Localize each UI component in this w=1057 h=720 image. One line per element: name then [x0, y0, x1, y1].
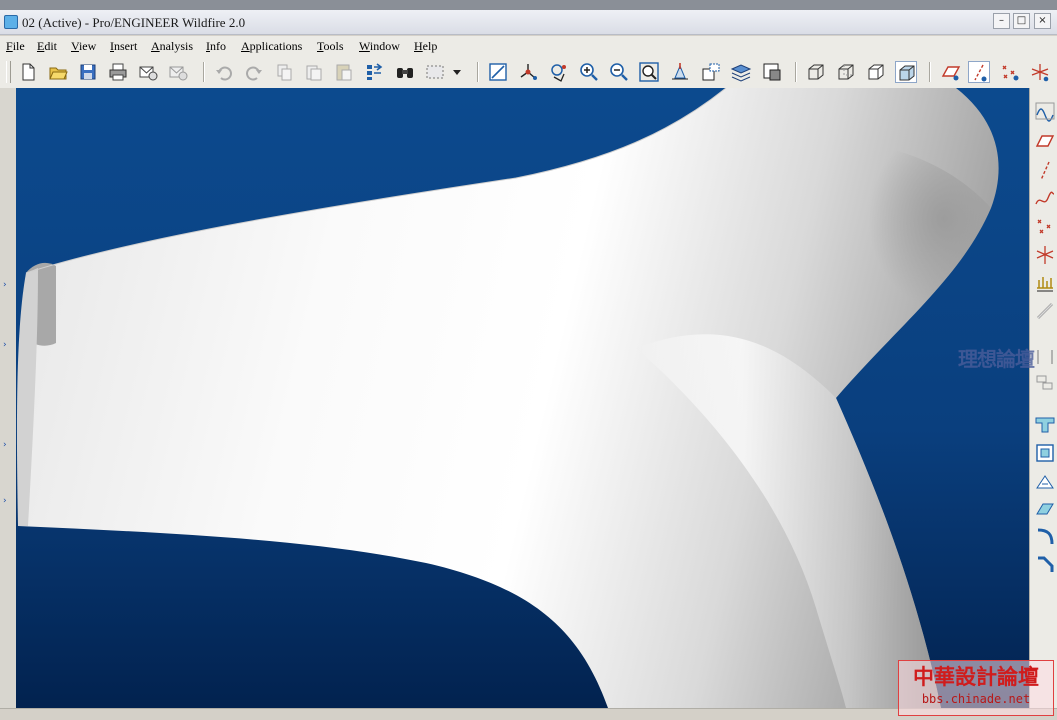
rib-tool-icon[interactable]	[1034, 470, 1056, 492]
left-panel-strip[interactable]: › › › ›	[0, 88, 17, 708]
find-icon[interactable]	[394, 61, 416, 83]
offset-tool-icon[interactable]	[1034, 372, 1056, 394]
draft-tool-icon[interactable]	[1034, 498, 1056, 520]
wireframe-icon[interactable]	[805, 61, 827, 83]
model-display-icon[interactable]	[761, 61, 783, 83]
datum-planes-icon[interactable]	[940, 61, 962, 83]
expand-arrow-icon[interactable]: ›	[3, 280, 7, 290]
menu-view[interactable]: View	[71, 39, 96, 54]
shading-icon[interactable]	[895, 61, 917, 83]
menu-file[interactable]: File	[6, 39, 25, 54]
menu-insert[interactable]: Insert	[110, 39, 137, 54]
saved-views-icon[interactable]	[700, 61, 722, 83]
menu-applications[interactable]: Applications	[241, 39, 302, 54]
forum-watermark: 中華設計論壇 bbs.chinade.net	[898, 660, 1054, 716]
copy-icon[interactable]	[303, 61, 325, 83]
menu-analysis[interactable]: Analysis	[151, 39, 193, 54]
undo-icon[interactable]	[213, 61, 235, 83]
orient-mode-icon[interactable]	[548, 61, 570, 83]
reorient-icon[interactable]	[669, 61, 691, 83]
datum-curve-tool-icon[interactable]	[1034, 188, 1056, 210]
sketched-datum-curve-icon[interactable]	[1034, 300, 1056, 322]
shell-tool-icon[interactable]	[1034, 442, 1056, 464]
open-icon[interactable]	[47, 61, 69, 83]
datum-plane-tool-icon[interactable]	[1034, 130, 1056, 152]
close-button[interactable]: ×	[1034, 13, 1051, 29]
new-icon[interactable]	[17, 61, 39, 83]
logo-watermark: 理想論壇	[958, 347, 1035, 371]
datum-points-icon[interactable]	[999, 61, 1021, 83]
styles-tool-icon[interactable]	[1034, 346, 1056, 368]
toolbar-separator	[203, 62, 205, 82]
desktop-strip	[0, 0, 1057, 10]
toolbar-grip[interactable]	[6, 61, 11, 83]
redo-icon[interactable]	[243, 61, 265, 83]
zoom-out-icon[interactable]	[608, 61, 630, 83]
menu-info[interactable]: Info	[206, 39, 226, 54]
save-icon[interactable]	[77, 61, 99, 83]
sketch-tool-icon[interactable]	[1034, 100, 1056, 122]
datum-axis-tool-icon[interactable]	[1034, 160, 1056, 182]
zoom-in-icon[interactable]	[578, 61, 600, 83]
paste-icon[interactable]	[333, 61, 355, 83]
forum-name: 中華設計論壇	[913, 665, 1039, 689]
model-view[interactable]	[16, 88, 1029, 708]
cut-icon[interactable]	[273, 61, 295, 83]
dropdown-arrow-icon[interactable]	[450, 61, 464, 83]
repaint-icon[interactable]	[487, 61, 509, 83]
spin-center-icon[interactable]	[517, 61, 539, 83]
hidden-line-icon[interactable]	[835, 61, 857, 83]
forum-url: bbs.chinade.net	[921, 692, 1031, 706]
toolbar-separator	[795, 62, 797, 82]
coordinate-system-tool-icon[interactable]	[1034, 244, 1056, 266]
no-hidden-icon[interactable]	[865, 61, 887, 83]
datum-axes-icon[interactable]	[968, 61, 990, 83]
datum-point-tool-icon[interactable]	[1034, 216, 1056, 238]
email-icon[interactable]	[137, 61, 159, 83]
round-tool-icon[interactable]	[1034, 526, 1056, 548]
minimize-button[interactable]: –	[993, 13, 1010, 29]
expand-arrow-icon[interactable]: ›	[3, 440, 7, 450]
chamfer-tool-icon[interactable]	[1034, 554, 1056, 576]
coordinate-systems-icon[interactable]	[1029, 61, 1051, 83]
maximize-button[interactable]: □	[1013, 13, 1030, 29]
app-icon	[4, 15, 18, 29]
analysis-tool-icon[interactable]	[1034, 272, 1056, 294]
graphics-window[interactable]	[16, 88, 1029, 708]
toolbar-separator	[477, 62, 479, 82]
menu-help[interactable]: Help	[414, 39, 437, 54]
menu-bar: File Edit View Insert Analysis Info Appl…	[0, 36, 1057, 56]
refit-icon[interactable]	[638, 61, 660, 83]
toolbar-separator	[929, 62, 931, 82]
window-title: 02 (Active) - Pro/ENGINEER Wildfire 2.0	[22, 15, 246, 30]
menu-edit[interactable]: Edit	[37, 39, 57, 54]
select-box-icon[interactable]	[424, 61, 446, 83]
regenerate-icon[interactable]	[363, 61, 385, 83]
hole-tool-icon[interactable]	[1034, 414, 1056, 436]
expand-arrow-icon[interactable]: ›	[3, 496, 7, 506]
menu-tools[interactable]: Tools	[317, 39, 344, 54]
menu-window[interactable]: Window	[359, 39, 400, 54]
print-icon[interactable]	[107, 61, 129, 83]
layers-icon[interactable]	[730, 61, 752, 83]
email-link-icon[interactable]	[167, 61, 189, 83]
feature-toolbar	[1029, 88, 1057, 708]
expand-arrow-icon[interactable]: ›	[3, 340, 7, 350]
title-bar[interactable]: 02 (Active) - Pro/ENGINEER Wildfire 2.0 …	[0, 10, 1057, 35]
